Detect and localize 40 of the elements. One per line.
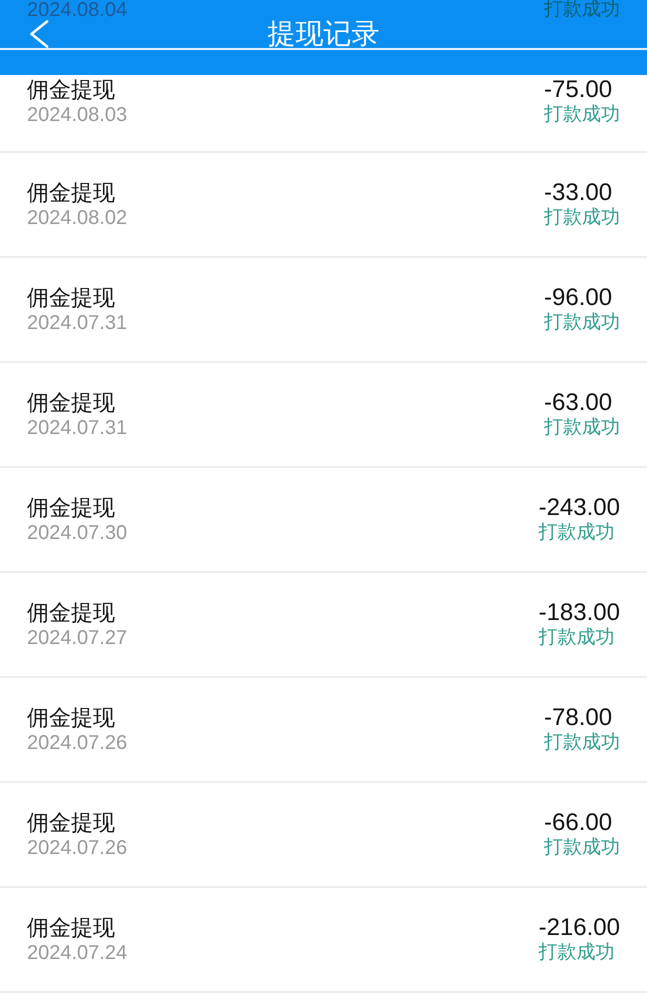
- record-title: 佣金提现: [27, 915, 115, 941]
- record-title: 佣金提现: [27, 180, 115, 206]
- record-title: 佣金提现: [27, 810, 115, 836]
- record-amount: -96.00: [544, 285, 612, 311]
- record-status: 打款成功: [544, 311, 620, 335]
- record-amount: -183.00: [538, 600, 620, 626]
- record-status: 打款成功: [538, 521, 615, 545]
- page-title: 提现记录: [268, 20, 380, 48]
- record-date: 2024.08.04: [27, 0, 128, 20]
- record-amount: -63.00: [544, 390, 612, 416]
- record-date: 2024.07.26: [27, 731, 128, 755]
- record-status: 打款成功: [538, 941, 615, 965]
- record-status: 打款成功: [538, 626, 615, 650]
- record-title: 佣金提现: [27, 390, 115, 416]
- record-title: 佣金提现: [27, 495, 115, 521]
- record-title: 佣金提现: [27, 285, 115, 311]
- back-icon: [29, 20, 49, 48]
- record-date: 2024.08.02: [27, 206, 128, 230]
- record-date: 2024.07.30: [27, 521, 128, 545]
- record-status: 打款成功: [544, 416, 620, 440]
- record-title: 佣金提现: [27, 77, 115, 103]
- record-amount: -78.00: [544, 705, 612, 731]
- record-amount: -66.00: [544, 810, 612, 836]
- record-date: 2024.07.24: [27, 941, 128, 965]
- record-title: 佣金提现: [27, 600, 115, 626]
- record-amount: -75.00: [544, 77, 612, 103]
- record-status: 打款成功: [544, 836, 620, 860]
- record-status: 打款成功: [544, 103, 620, 127]
- record-date: 2024.08.03: [27, 103, 128, 127]
- record-date: 2024.07.27: [27, 626, 128, 650]
- back-button[interactable]: [29, 20, 49, 48]
- record-status: 打款成功: [544, 206, 620, 230]
- record-date: 2024.07.31: [27, 416, 128, 440]
- record-amount: -33.00: [544, 180, 612, 206]
- record-amount: -216.00: [538, 915, 620, 941]
- record-title: 佣金提现: [27, 705, 115, 731]
- record-date: 2024.07.26: [27, 836, 128, 860]
- record-status: 打款成功: [544, 731, 620, 755]
- record-amount: -243.00: [538, 495, 620, 521]
- record-date: 2024.07.31: [27, 311, 128, 335]
